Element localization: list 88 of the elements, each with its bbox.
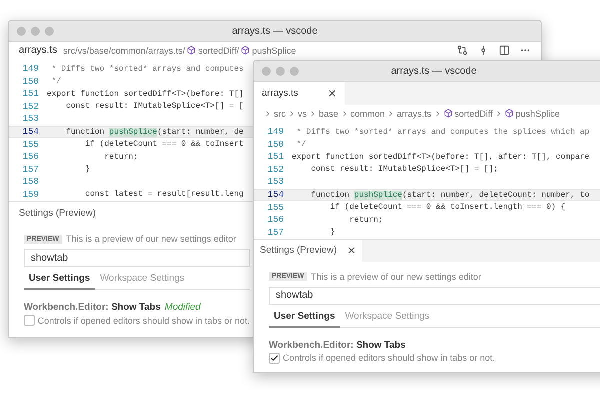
setting-description: Controls if opened editors should show in tabs or not. bbox=[38, 316, 250, 326]
line-number: 152 bbox=[266, 164, 285, 175]
code-line: function pushSplice(start: number, deleteCount: number, to bbox=[310, 190, 590, 200]
close-tab-button[interactable]: × bbox=[347, 244, 356, 258]
line-number: 149 bbox=[266, 127, 285, 138]
code-line: const result: IMutableSplice<T>[] = [ bbox=[65, 102, 244, 112]
window-title: arrays.ts — vscode bbox=[232, 26, 318, 36]
code-line: export function sortedDiff<T>(before: T[] bbox=[47, 90, 244, 99]
minimize-window-button[interactable] bbox=[31, 26, 40, 36]
zoom-window-button[interactable] bbox=[290, 66, 299, 76]
line-number: 155 bbox=[22, 140, 40, 150]
split-editor-icon[interactable] bbox=[499, 45, 510, 56]
breadcrumb-item[interactable]: sortedDiff bbox=[454, 108, 493, 118]
settings-search-field[interactable]: showtab bbox=[269, 286, 600, 305]
breadcrumb-item[interactable]: pushSplice bbox=[516, 108, 560, 118]
breadcrumb-item[interactable]: common bbox=[350, 108, 386, 118]
modified-label: Modified bbox=[164, 302, 201, 314]
code-line: return; bbox=[104, 152, 138, 162]
window-title: arrays.ts — vscode bbox=[391, 66, 477, 76]
line-number: 150 bbox=[266, 140, 285, 150]
settings-tab[interactable]: User Settings bbox=[269, 306, 340, 328]
code-line: if (deleteCount === 0 && toInsert bbox=[84, 140, 244, 150]
symbol-icon bbox=[187, 46, 196, 55]
line-number: 150 bbox=[22, 76, 40, 87]
breadcrumb-item[interactable]: src bbox=[274, 108, 286, 118]
breadcrumb-item[interactable]: vs bbox=[298, 108, 307, 118]
checkbox[interactable] bbox=[269, 352, 280, 364]
code-line: } bbox=[84, 165, 90, 174]
setting-description: Controls if opened editors should show in tabs or not. bbox=[283, 353, 496, 364]
zoom-window-button[interactable] bbox=[45, 26, 54, 36]
symbol-icon bbox=[241, 46, 250, 55]
preview-description: This is a preview of our new settings editor bbox=[311, 272, 482, 282]
line-number: 153 bbox=[22, 114, 40, 124]
breadcrumb-path[interactable]: src/vs/base/common/arrays.ts/ bbox=[63, 46, 186, 56]
settings-tab-header[interactable]: Settings (Preview) × bbox=[254, 240, 362, 262]
check-icon bbox=[270, 354, 279, 363]
chevron-icon bbox=[309, 110, 317, 118]
breadcrumb-item[interactable]: base bbox=[319, 108, 339, 118]
line-number: 149 bbox=[22, 64, 40, 74]
settings-tab[interactable]: Workspace Settings bbox=[95, 269, 190, 290]
line-number: 157 bbox=[266, 228, 285, 238]
breadcrumb-item[interactable]: pushSplice bbox=[252, 46, 296, 56]
close-window-button[interactable] bbox=[17, 26, 26, 36]
line-number: 151 bbox=[266, 152, 285, 162]
code-comment: */ bbox=[296, 140, 306, 150]
line-number: 154 bbox=[266, 190, 285, 200]
line-number: 159 bbox=[22, 190, 40, 200]
code-comment: * Diffs two *sorted* arrays and computes the splices which ap bbox=[296, 128, 590, 137]
close-window-button[interactable] bbox=[262, 66, 271, 76]
minimize-window-button[interactable] bbox=[276, 66, 285, 76]
line-number: 157 bbox=[22, 164, 40, 175]
line-number: 153 bbox=[266, 177, 285, 188]
line-number: 155 bbox=[266, 202, 285, 213]
settings-tab[interactable]: User Settings bbox=[24, 269, 96, 290]
symbol-icon bbox=[444, 109, 453, 118]
code-line: const latest = result[result.leng bbox=[84, 190, 244, 200]
code-line: const result: IMutableSplice<T>[] = []; bbox=[310, 165, 498, 174]
setting-title: Workbench.Editor: Show Tabs bbox=[269, 340, 406, 351]
code-line: return; bbox=[348, 216, 384, 225]
line-number: 156 bbox=[266, 215, 285, 226]
compare-icon[interactable] bbox=[457, 45, 468, 56]
code-line: if (deleteCount === 0 && toInsert.length === 0) { bbox=[329, 203, 566, 212]
editor-tab[interactable]: arrays.ts × bbox=[254, 82, 345, 105]
symbol-icon bbox=[504, 109, 514, 118]
settings-tab[interactable]: Workspace Settings bbox=[340, 306, 435, 328]
code-comment: * Diffs two *sorted* arrays and computes bbox=[50, 64, 244, 74]
chevron-icon bbox=[288, 110, 296, 118]
code-line: export function sortedDiff<T>(before: T[], after: T[], compare bbox=[292, 152, 590, 162]
line-number: 154 bbox=[22, 127, 40, 137]
checkbox[interactable] bbox=[24, 315, 35, 326]
chevron-icon bbox=[264, 110, 272, 118]
settings-title: Settings (Preview) bbox=[19, 208, 96, 219]
code-line: function pushSplice(start: number, de bbox=[65, 128, 244, 136]
close-tab-button[interactable]: × bbox=[328, 87, 337, 100]
line-number: 156 bbox=[22, 152, 40, 162]
file-name: arrays.ts bbox=[19, 45, 58, 56]
breadcrumb-item[interactable]: sortedDiff/ bbox=[198, 46, 240, 56]
code-line: } bbox=[329, 228, 336, 238]
tab-label: arrays.ts bbox=[262, 88, 298, 99]
line-number: 152 bbox=[22, 102, 40, 112]
settings-search-field[interactable]: showtab bbox=[24, 249, 250, 268]
settings-title: Settings (Preview) bbox=[260, 245, 338, 256]
setting-title: Workbench.Editor: Show Tabs bbox=[24, 302, 161, 314]
code-comment: */ bbox=[50, 77, 62, 86]
breadcrumb-item[interactable]: arrays.ts bbox=[397, 108, 432, 118]
line-number: 151 bbox=[22, 89, 40, 100]
line-number: 158 bbox=[22, 177, 40, 188]
preview-description: This is a preview of our new settings editor bbox=[66, 234, 236, 244]
